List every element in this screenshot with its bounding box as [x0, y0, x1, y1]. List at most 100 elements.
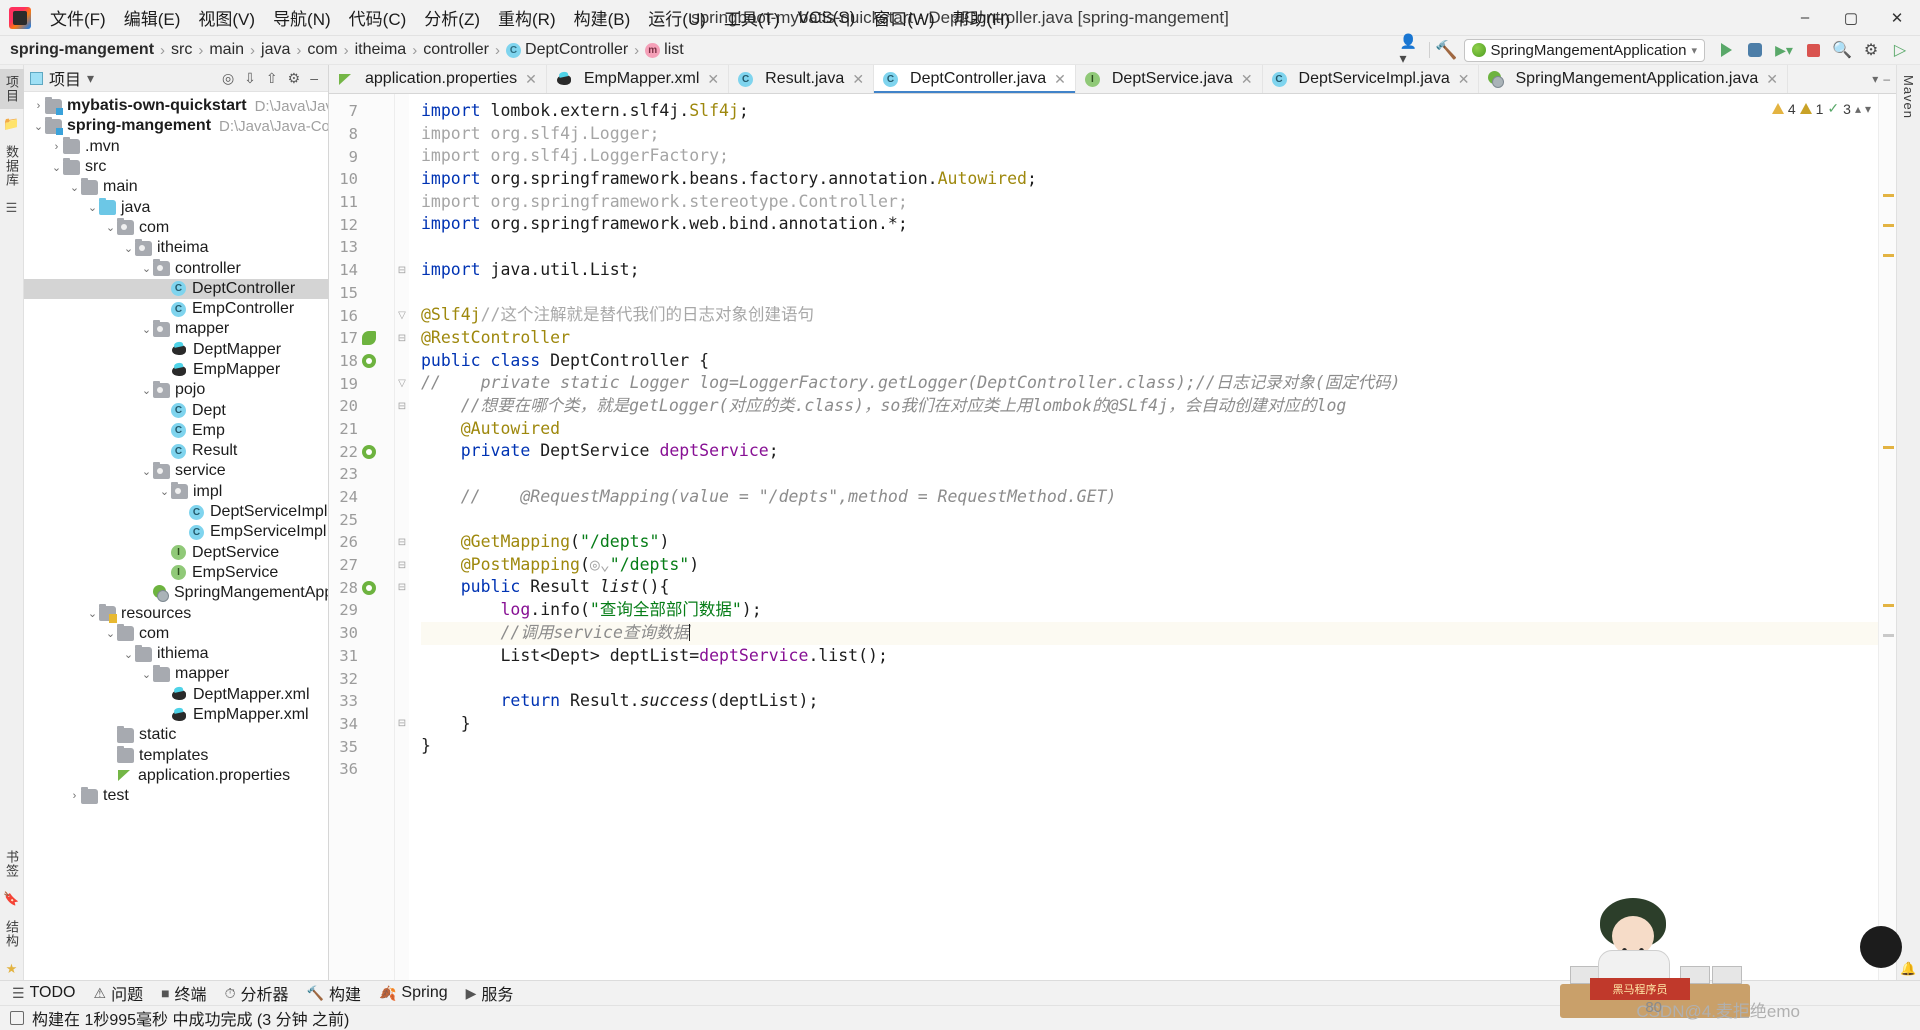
- fold-marker[interactable]: [395, 508, 409, 531]
- code-line[interactable]: import java.util.List;: [421, 259, 1878, 282]
- tree-expand-arrow[interactable]: ⌄: [140, 465, 153, 478]
- fold-marker[interactable]: [395, 282, 409, 305]
- editor-tab-deptservice-java[interactable]: I DeptService.java ✕: [1075, 65, 1263, 93]
- tree-item-com[interactable]: ⌄ com: [24, 218, 328, 238]
- line-number-row[interactable]: 35: [329, 735, 394, 758]
- spring-leaf-gutter-icon[interactable]: [362, 331, 376, 346]
- tree-item-src[interactable]: ⌄ src: [24, 157, 328, 177]
- fold-marker[interactable]: ⊟: [395, 259, 409, 282]
- fold-marker[interactable]: [395, 213, 409, 236]
- menu-help[interactable]: 帮助(H): [944, 2, 1020, 33]
- close-icon[interactable]: ✕: [707, 71, 719, 88]
- close-icon[interactable]: ✕: [1458, 71, 1470, 88]
- tree-item-pojo[interactable]: ⌄ pojo: [24, 380, 328, 400]
- fold-marker[interactable]: [395, 100, 409, 123]
- code-content[interactable]: import lombok.extern.slf4j.Slf4j; import …: [409, 94, 1878, 980]
- fold-marker[interactable]: ▽: [395, 304, 409, 327]
- project-tree[interactable]: › mybatis-own-quickstart D:\Java\Java-Code…: [24, 92, 328, 980]
- tool-window-spring[interactable]: 🍂 Spring: [379, 984, 448, 1002]
- code-line[interactable]: import org.springframework.web.bind.anno…: [421, 213, 1878, 236]
- tree-expand-arrow[interactable]: ⌄: [104, 221, 117, 234]
- line-number-row[interactable]: 12: [329, 213, 394, 236]
- code-editor[interactable]: 7 8 9 10 11 12 13 14 15 16 17 18 19 20 21 22 23 24 25 26 27 2…: [329, 94, 1896, 980]
- spring-bean-gutter-icon[interactable]: [362, 444, 376, 459]
- tree-expand-arrow[interactable]: ⌄: [140, 384, 153, 397]
- line-number-gutter[interactable]: 7 8 9 10 11 12 13 14 15 16 17 18 19 20 21 22 23 24 25 26 27 2…: [329, 94, 395, 980]
- menu-build[interactable]: 构建(B): [565, 2, 640, 33]
- editor-tab-result-java[interactable]: C Result.java ✕: [729, 65, 875, 93]
- sidebar-tab-maven[interactable]: Maven: [1898, 69, 1919, 125]
- code-line[interactable]: public Result list(){: [421, 576, 1878, 599]
- line-number-row[interactable]: 23: [329, 463, 394, 486]
- tree-item-deptmapper[interactable]: DeptMapper: [24, 340, 328, 360]
- bookmarks-icon[interactable]: 🔖: [3, 891, 19, 907]
- code-line[interactable]: }: [421, 713, 1878, 736]
- tree-expand-arrow[interactable]: ›: [50, 141, 63, 153]
- run-icon[interactable]: [1714, 39, 1738, 61]
- line-number-row[interactable]: 17: [329, 327, 394, 350]
- line-number-row[interactable]: 22: [329, 440, 394, 463]
- tool-window-服务[interactable]: ▶ 服务: [466, 981, 514, 1005]
- star-icon[interactable]: ★: [6, 961, 18, 977]
- fold-marker[interactable]: [395, 599, 409, 622]
- coverage-icon[interactable]: ▶▾: [1772, 39, 1796, 61]
- code-line[interactable]: import org.springframework.beans.factory…: [421, 168, 1878, 191]
- code-line[interactable]: @GetMapping("/depts"): [421, 531, 1878, 554]
- editor-tab-application-properties[interactable]: application.properties ✕: [329, 65, 547, 93]
- breadcrumb-main[interactable]: main: [209, 41, 244, 59]
- tool-window-todo[interactable]: ☰ TODO: [12, 984, 76, 1002]
- chevron-down-icon[interactable]: ▾: [1872, 72, 1878, 86]
- more-run-icon[interactable]: ▷: [1888, 39, 1912, 61]
- line-number-row[interactable]: 11: [329, 191, 394, 214]
- tree-item-dept[interactable]: C Dept: [24, 400, 328, 420]
- fold-marker[interactable]: ⊟: [395, 531, 409, 554]
- menu-tools[interactable]: 工具(T): [715, 2, 789, 33]
- line-number-row[interactable]: 19: [329, 372, 394, 395]
- fold-marker[interactable]: [395, 440, 409, 463]
- code-line[interactable]: import lombok.extern.slf4j.Slf4j;: [421, 100, 1878, 123]
- expand-all-icon[interactable]: ⇩: [244, 70, 256, 87]
- code-line[interactable]: List<Dept> deptList=deptService.list();: [421, 645, 1878, 668]
- tree-expand-arrow[interactable]: ⌄: [140, 262, 153, 275]
- tree-item-empservice[interactable]: I EmpService: [24, 563, 328, 583]
- tree-item-itheima[interactable]: ⌄ itheima: [24, 238, 328, 258]
- code-line[interactable]: }: [421, 735, 1878, 758]
- close-button[interactable]: ✕: [1874, 0, 1920, 36]
- breadcrumb-project[interactable]: spring-mangement: [10, 41, 154, 59]
- fold-marker[interactable]: [395, 667, 409, 690]
- tree-item--mvn[interactable]: › .mvn: [24, 137, 328, 157]
- line-number-row[interactable]: 16: [329, 304, 394, 327]
- tree-expand-arrow[interactable]: ⌄: [86, 201, 99, 214]
- tree-item-emp[interactable]: C Emp: [24, 421, 328, 441]
- code-line[interactable]: //调用service查询数据: [421, 621, 1878, 645]
- fold-marker[interactable]: [395, 758, 409, 781]
- tree-expand-arrow[interactable]: ⌄: [140, 668, 153, 681]
- tree-item-deptserviceimpl[interactable]: C DeptServiceImpl: [24, 502, 328, 522]
- line-number-row[interactable]: 21: [329, 418, 394, 441]
- tree-item-mapper[interactable]: ⌄ mapper: [24, 319, 328, 339]
- tree-item-deptmapper-xml[interactable]: DeptMapper.xml: [24, 685, 328, 705]
- tree-item-ithiema[interactable]: ⌄ ithiema: [24, 644, 328, 664]
- editor-tab-empmapper-xml[interactable]: EmpMapper.xml ✕: [546, 65, 730, 93]
- tree-item-deptservice[interactable]: I DeptService: [24, 543, 328, 563]
- fold-marker[interactable]: [395, 145, 409, 168]
- spring-bean-gutter-icon[interactable]: [362, 580, 376, 595]
- menu-view[interactable]: 视图(V): [189, 2, 264, 33]
- tool-window-分析器[interactable]: ⏱ 分析器: [225, 981, 289, 1005]
- code-line[interactable]: @Autowired: [421, 418, 1878, 441]
- tree-expand-arrow[interactable]: ⌄: [158, 485, 171, 498]
- tree-expand-arrow[interactable]: ⌄: [122, 648, 135, 661]
- fold-marker[interactable]: ⊟: [395, 327, 409, 350]
- tree-expand-arrow[interactable]: ⌄: [122, 242, 135, 255]
- tree-item-empmapper[interactable]: EmpMapper: [24, 360, 328, 380]
- breadcrumb-itheima[interactable]: itheima: [355, 41, 407, 59]
- notifications-icon[interactable]: 🔔: [1900, 961, 1916, 977]
- tool-window-构建[interactable]: 🔨 构建: [307, 981, 361, 1005]
- line-number-row[interactable]: 20: [329, 395, 394, 418]
- menu-window[interactable]: 窗口(W): [864, 2, 943, 33]
- editor-tab-springmangementapplication-java[interactable]: SpringMangementApplication.java ✕: [1479, 65, 1788, 93]
- editor-tab-deptserviceimpl-java[interactable]: C DeptServiceImpl.java ✕: [1262, 65, 1480, 93]
- fold-marker[interactable]: [395, 123, 409, 146]
- tree-item-empcontroller[interactable]: C EmpController: [24, 299, 328, 319]
- fold-marker[interactable]: ⊟: [395, 395, 409, 418]
